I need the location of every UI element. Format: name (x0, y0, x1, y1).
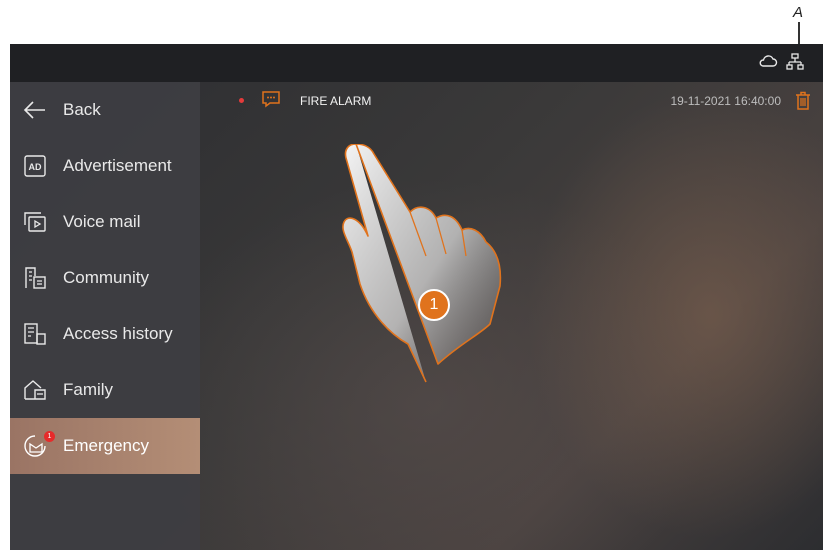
message-icon (262, 91, 280, 108)
sidebar-item-label: Back (63, 100, 101, 119)
unread-indicator (239, 98, 244, 103)
sidebar-item-community[interactable]: Community (10, 250, 200, 306)
status-bar (10, 44, 823, 82)
ad-icon: AD (22, 153, 48, 179)
sidebar-item-label: Advertisement (63, 156, 172, 175)
sidebar-item-voice-mail[interactable]: Voice mail (10, 194, 200, 250)
message-timestamp: 19-11-2021 16:40:00 (670, 94, 781, 108)
sidebar-item-label: Voice mail (63, 212, 141, 231)
message-title: FIRE ALARM (300, 94, 372, 108)
sidebar-item-emergency[interactable]: 1 Emergency (10, 418, 200, 474)
family-icon (22, 377, 48, 403)
sidebar-item-label: Community (63, 268, 149, 287)
trash-icon[interactable] (795, 91, 811, 110)
cloud-icon (759, 55, 778, 67)
sidebar: Back AD Advertisement Voice mail Communi… (10, 82, 200, 550)
sidebar-item-label: Emergency (63, 436, 149, 455)
sidebar-item-label: Family (63, 380, 114, 399)
access-history-icon (22, 321, 48, 347)
step-number-badge: 1 (418, 289, 450, 321)
sidebar-item-access-history[interactable]: Access history (10, 306, 200, 362)
message-row[interactable]: FIRE ALARM 19-11-2021 16:40:00 (200, 82, 823, 122)
voicemail-icon (22, 209, 48, 235)
notification-badge: 1 (44, 431, 55, 442)
sidebar-item-back[interactable]: Back (10, 82, 200, 138)
back-arrow-icon (22, 97, 48, 123)
network-icon (786, 53, 804, 70)
device-screen: Back AD Advertisement Voice mail Communi… (10, 44, 823, 550)
sidebar-item-advertisement[interactable]: AD Advertisement (10, 138, 200, 194)
callout-label-a: A (792, 4, 803, 21)
svg-text:AD: AD (29, 162, 42, 172)
sidebar-item-family[interactable]: Family (10, 362, 200, 418)
sidebar-item-label: Access history (63, 324, 173, 343)
tapping-hand-icon (342, 144, 502, 383)
community-icon (22, 265, 48, 291)
